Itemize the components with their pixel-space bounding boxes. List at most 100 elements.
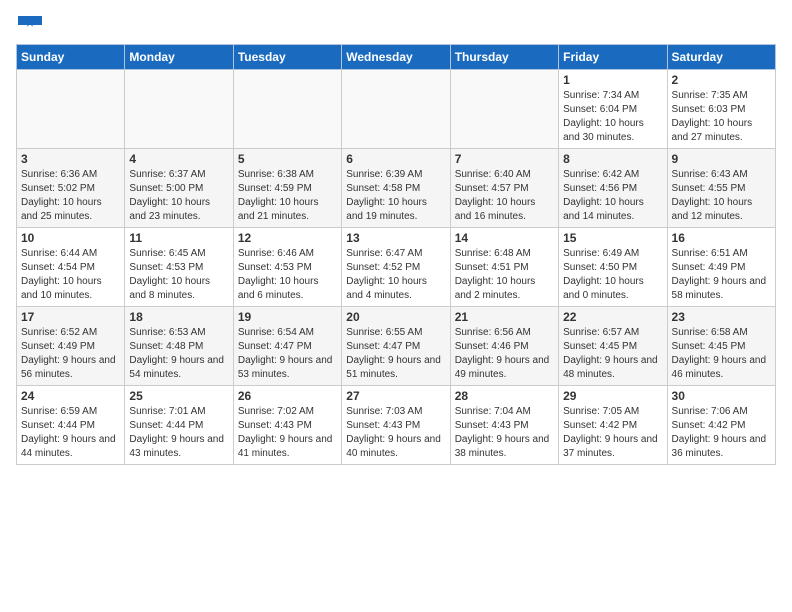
calendar-cell: 13 Sunrise: 6:47 AM Sunset: 4:52 PM Dayli… — [342, 228, 450, 307]
day-info: Sunrise: 7:04 AM Sunset: 4:43 PM Dayligh… — [455, 405, 554, 461]
week-row-0: 1 Sunrise: 7:34 AM Sunset: 6:04 PM Daylig… — [17, 70, 776, 149]
day-info: Sunrise: 6:44 AM Sunset: 4:54 PM Dayligh… — [21, 247, 120, 303]
day-info: Sunrise: 7:01 AM Sunset: 4:44 PM Dayligh… — [129, 405, 228, 461]
day-number: 15 — [563, 231, 662, 245]
calendar-cell: 30Sunrise: 7:06 AM Sunset: 4:42 PM Dayli… — [667, 386, 775, 465]
calendar-cell — [17, 70, 125, 149]
day-info: Sunrise: 6:59 AM Sunset: 4:44 PM Dayligh… — [21, 405, 120, 461]
calendar-cell: 14Sunrise: 6:48 AM Sunset: 4:51 PM Dayli… — [450, 228, 558, 307]
calendar-cell: 17Sunrise: 6:52 AM Sunset: 4:49 PM Dayli… — [17, 307, 125, 386]
day-number: 13 — [346, 231, 445, 245]
day-info: Sunrise: 6:53 AM Sunset: 4:48 PM Dayligh… — [129, 326, 228, 382]
calendar-cell: 3 Sunrise: 6:36 AM Sunset: 5:02 PM Daylig… — [17, 149, 125, 228]
calendar-cell: 19 Sunrise: 6:54 AM Sunset: 4:47 PM Dayli… — [233, 307, 341, 386]
calendar-cell: 10 Sunrise: 6:44 AM Sunset: 4:54 PM Dayli… — [17, 228, 125, 307]
calendar-cell: 2Sunrise: 7:35 AM Sunset: 6:03 PM Daylig… — [667, 70, 775, 149]
day-number: 8 — [563, 152, 662, 166]
day-info: Sunrise: 6:42 AM Sunset: 4:56 PM Dayligh… — [563, 168, 662, 224]
week-row-1: 3 Sunrise: 6:36 AM Sunset: 5:02 PM Daylig… — [17, 149, 776, 228]
logo — [16, 16, 42, 34]
day-info: Sunrise: 6:54 AM Sunset: 4:47 PM Dayligh… — [238, 326, 337, 382]
day-info: Sunrise: 6:56 AM Sunset: 4:46 PM Dayligh… — [455, 326, 554, 382]
day-number: 7 — [455, 152, 554, 166]
day-number: 21 — [455, 310, 554, 324]
weekday-header-row: SundayMondayTuesdayWednesdayThursdayFrid… — [17, 45, 776, 70]
day-info: Sunrise: 7:35 AM Sunset: 6:03 PM Dayligh… — [672, 89, 771, 145]
day-number: 11 — [129, 231, 228, 245]
calendar-cell: 1 Sunrise: 7:34 AM Sunset: 6:04 PM Daylig… — [559, 70, 667, 149]
weekday-header-monday: Monday — [125, 45, 233, 70]
day-number: 20 — [346, 310, 445, 324]
day-info: Sunrise: 6:57 AM Sunset: 4:45 PM Dayligh… — [563, 326, 662, 382]
calendar-cell: 8 Sunrise: 6:42 AM Sunset: 4:56 PM Daylig… — [559, 149, 667, 228]
day-number: 9 — [672, 152, 771, 166]
calendar-cell: 18Sunrise: 6:53 AM Sunset: 4:48 PM Dayli… — [125, 307, 233, 386]
day-number: 25 — [129, 389, 228, 403]
weekday-header-sunday: Sunday — [17, 45, 125, 70]
day-info: Sunrise: 6:36 AM Sunset: 5:02 PM Dayligh… — [21, 168, 120, 224]
day-number: 12 — [238, 231, 337, 245]
calendar-cell: 25 Sunrise: 7:01 AM Sunset: 4:44 PM Dayli… — [125, 386, 233, 465]
day-info: Sunrise: 6:46 AM Sunset: 4:53 PM Dayligh… — [238, 247, 337, 303]
calendar-cell: 11 Sunrise: 6:45 AM Sunset: 4:53 PM Dayli… — [125, 228, 233, 307]
calendar-cell: 23Sunrise: 6:58 AM Sunset: 4:45 PM Dayli… — [667, 307, 775, 386]
day-number: 24 — [21, 389, 120, 403]
day-info: Sunrise: 6:55 AM Sunset: 4:47 PM Dayligh… — [346, 326, 445, 382]
day-number: 22 — [563, 310, 662, 324]
day-number: 26 — [238, 389, 337, 403]
day-info: Sunrise: 6:39 AM Sunset: 4:58 PM Dayligh… — [346, 168, 445, 224]
day-info: Sunrise: 7:05 AM Sunset: 4:42 PM Dayligh… — [563, 405, 662, 461]
calendar-cell: 9 Sunrise: 6:43 AM Sunset: 4:55 PM Daylig… — [667, 149, 775, 228]
day-number: 10 — [21, 231, 120, 245]
week-row-2: 10 Sunrise: 6:44 AM Sunset: 4:54 PM Dayli… — [17, 228, 776, 307]
calendar-cell: 29Sunrise: 7:05 AM Sunset: 4:42 PM Dayli… — [559, 386, 667, 465]
calendar-cell: 6Sunrise: 6:39 AM Sunset: 4:58 PM Daylig… — [342, 149, 450, 228]
calendar-cell: 4 Sunrise: 6:37 AM Sunset: 5:00 PM Daylig… — [125, 149, 233, 228]
weekday-header-wednesday: Wednesday — [342, 45, 450, 70]
calendar-cell: 22 Sunrise: 6:57 AM Sunset: 4:45 PM Dayli… — [559, 307, 667, 386]
day-info: Sunrise: 6:49 AM Sunset: 4:50 PM Dayligh… — [563, 247, 662, 303]
calendar-cell: 16 Sunrise: 6:51 AM Sunset: 4:49 PM Dayli… — [667, 228, 775, 307]
day-info: Sunrise: 7:34 AM Sunset: 6:04 PM Dayligh… — [563, 89, 662, 145]
week-row-3: 17Sunrise: 6:52 AM Sunset: 4:49 PM Dayli… — [17, 307, 776, 386]
day-info: Sunrise: 6:51 AM Sunset: 4:49 PM Dayligh… — [672, 247, 771, 303]
day-number: 19 — [238, 310, 337, 324]
day-info: Sunrise: 7:06 AM Sunset: 4:42 PM Dayligh… — [672, 405, 771, 461]
calendar-cell: 15 Sunrise: 6:49 AM Sunset: 4:50 PM Dayli… — [559, 228, 667, 307]
day-info: Sunrise: 6:38 AM Sunset: 4:59 PM Dayligh… — [238, 168, 337, 224]
day-number: 5 — [238, 152, 337, 166]
calendar-cell: 7 Sunrise: 6:40 AM Sunset: 4:57 PM Daylig… — [450, 149, 558, 228]
weekday-header-saturday: Saturday — [667, 45, 775, 70]
day-info: Sunrise: 6:40 AM Sunset: 4:57 PM Dayligh… — [455, 168, 554, 224]
calendar-cell: 24 Sunrise: 6:59 AM Sunset: 4:44 PM Dayli… — [17, 386, 125, 465]
day-number: 28 — [455, 389, 554, 403]
weekday-header-friday: Friday — [559, 45, 667, 70]
calendar-cell: 20 Sunrise: 6:55 AM Sunset: 4:47 PM Dayli… — [342, 307, 450, 386]
calendar-table: SundayMondayTuesdayWednesdayThursdayFrid… — [16, 44, 776, 465]
calendar-cell: 27 Sunrise: 7:03 AM Sunset: 4:43 PM Dayli… — [342, 386, 450, 465]
day-number: 23 — [672, 310, 771, 324]
calendar-cell — [233, 70, 341, 149]
calendar-cell: 28 Sunrise: 7:04 AM Sunset: 4:43 PM Dayli… — [450, 386, 558, 465]
day-number: 3 — [21, 152, 120, 166]
weekday-header-thursday: Thursday — [450, 45, 558, 70]
day-info: Sunrise: 7:03 AM Sunset: 4:43 PM Dayligh… — [346, 405, 445, 461]
day-number: 1 — [563, 73, 662, 87]
logo-flag-icon — [18, 16, 42, 34]
calendar-cell: 21 Sunrise: 6:56 AM Sunset: 4:46 PM Dayli… — [450, 307, 558, 386]
calendar-cell: 12 Sunrise: 6:46 AM Sunset: 4:53 PM Dayli… — [233, 228, 341, 307]
day-number: 17 — [21, 310, 120, 324]
day-info: Sunrise: 6:43 AM Sunset: 4:55 PM Dayligh… — [672, 168, 771, 224]
weekday-header-tuesday: Tuesday — [233, 45, 341, 70]
day-number: 14 — [455, 231, 554, 245]
day-number: 27 — [346, 389, 445, 403]
calendar-cell — [450, 70, 558, 149]
day-info: Sunrise: 6:37 AM Sunset: 5:00 PM Dayligh… — [129, 168, 228, 224]
day-number: 16 — [672, 231, 771, 245]
day-info: Sunrise: 6:45 AM Sunset: 4:53 PM Dayligh… — [129, 247, 228, 303]
day-info: Sunrise: 7:02 AM Sunset: 4:43 PM Dayligh… — [238, 405, 337, 461]
page-header — [16, 16, 776, 34]
day-number: 4 — [129, 152, 228, 166]
calendar-cell: 5 Sunrise: 6:38 AM Sunset: 4:59 PM Daylig… — [233, 149, 341, 228]
day-info: Sunrise: 6:47 AM Sunset: 4:52 PM Dayligh… — [346, 247, 445, 303]
